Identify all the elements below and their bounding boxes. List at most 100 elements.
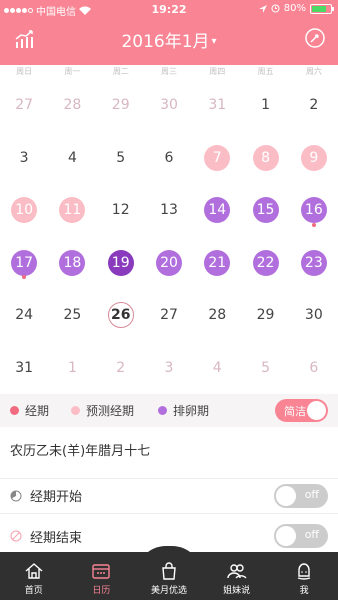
calendar-day-cell[interactable]: 5 <box>97 132 145 185</box>
calendar-grid: 27 28 29 30 31 1 2 3 4 5 6 7 8 9 10 11 12 13 14 15 16 17 18 19 2… <box>0 79 338 394</box>
tab-me[interactable]: 我 <box>270 552 338 600</box>
calendar-day-normal: 5 <box>116 149 126 166</box>
legend-predicted: 预测经期 <box>71 402 134 419</box>
period-end-label: 经期结束 <box>30 530 83 546</box>
calendar-day-other: 3 <box>164 359 174 376</box>
calendar-day-cell[interactable]: 12 <box>97 184 145 237</box>
tab-calendar[interactable]: 日历 <box>68 552 136 600</box>
calendar-day-other: 2 <box>116 359 126 376</box>
compass-icon[interactable] <box>304 27 326 49</box>
calendar-week-row: 3 4 5 6 789 <box>0 132 338 185</box>
battery-percent: 80% <box>283 3 306 14</box>
calendar-day-cell[interactable]: 27 <box>0 79 48 132</box>
calendar-day-cell[interactable]: 30 <box>145 79 193 132</box>
calendar-day-cell[interactable]: 31 <box>0 342 48 395</box>
calendar-day-cell[interactable]: 2 <box>290 79 338 132</box>
calendar-day-today: 26 <box>107 302 134 329</box>
calendar-day-cell[interactable]: 5 <box>241 342 289 395</box>
tab-shop-label: 美月优选 <box>150 586 187 596</box>
tab-home[interactable]: 首页 <box>0 552 68 600</box>
calendar-day-cell[interactable]: 24 <box>0 289 48 342</box>
calendar-day-normal: 29 <box>256 307 275 324</box>
calendar-day-cell[interactable]: 20 <box>145 237 193 290</box>
weekday-label: 周六 <box>305 67 322 76</box>
calendar-day-cell[interactable]: 2 <box>97 342 145 395</box>
calendar-day-cell[interactable]: 14 <box>193 184 241 237</box>
calendar-day-predict: 9 <box>300 144 327 171</box>
calendar-week-row: 10 11 12 13 14 15 16 <box>0 184 338 237</box>
calendar-day-cell[interactable]: 4 <box>193 342 241 395</box>
calendar-day-cell[interactable]: 27 <box>145 289 193 342</box>
tab-shop[interactable]: 美月优选 <box>135 552 203 600</box>
period-end-toggle[interactable]: off <box>274 524 328 548</box>
calendar-day-cell[interactable]: 7 <box>193 132 241 185</box>
calendar-day-ovul: 22 <box>252 249 279 276</box>
calendar-day-cell[interactable]: 15 <box>241 184 289 237</box>
weekday-label: 周一 <box>64 67 81 76</box>
toggle-knob <box>276 486 296 506</box>
period-end-icon <box>10 530 22 542</box>
shopping-bag-icon <box>162 562 176 580</box>
calendar-day-cell[interactable]: 9 <box>290 132 338 185</box>
tab-sisters[interactable]: 姐妹说 <box>203 552 271 600</box>
calendar-day-cell[interactable]: 8 <box>241 132 289 185</box>
period-start-label: 经期开始 <box>30 490 83 505</box>
record-marker-icon <box>22 275 27 279</box>
calendar-day-cell[interactable]: 6 <box>290 342 338 395</box>
calendar-day-predict: 11 <box>59 197 86 224</box>
month-title: 2016年1月 <box>121 32 210 52</box>
period-start-toggle[interactable]: off <box>274 484 328 508</box>
calendar-day-cell[interactable]: 16 <box>290 184 338 237</box>
calendar-day-other: 5 <box>261 359 270 376</box>
weekday-header: 周日 周一 周二 周三 周四 周五 周六 <box>0 65 338 79</box>
calendar-day-cell[interactable]: 30 <box>290 289 338 342</box>
period-start-row: 经期开始 off <box>0 478 338 514</box>
calendar-day-cell[interactable]: 22 <box>241 237 289 290</box>
calendar-day-cell[interactable]: 18 <box>48 237 96 290</box>
calendar-day-normal: 6 <box>164 149 174 166</box>
calendar-day-cell[interactable]: 29 <box>97 79 145 132</box>
calendar-day-normal: 12 <box>111 202 130 219</box>
legend-bar: 经期 预测经期 排卵期 简洁 <box>0 394 338 427</box>
calendar-day-predict: 10 <box>11 197 38 224</box>
calendar-icon <box>92 564 111 579</box>
weekday-label: 周二 <box>112 67 129 76</box>
calendar-day-cell[interactable]: 31 <box>193 79 241 132</box>
calendar-day-cell[interactable]: 25 <box>48 289 96 342</box>
calendar-week-row: 31 1 2 3 4 5 6 <box>0 342 338 395</box>
calendar-day-normal: 31 <box>15 359 34 376</box>
toggle-state-label: off <box>304 488 319 501</box>
calendar-day-ovul: 18 <box>59 249 86 276</box>
calendar-day-cell[interactable]: 28 <box>48 79 96 132</box>
calendar-day-cell[interactable]: 13 <box>145 184 193 237</box>
calendar-day-cell[interactable]: 10 <box>0 184 48 237</box>
toggle-state-label: off <box>304 528 319 541</box>
month-selector[interactable]: 2016年1月 ▾ <box>0 27 338 52</box>
calendar-day-cell[interactable]: 17 <box>0 237 48 290</box>
calendar-day-cell[interactable]: 29 <box>241 289 289 342</box>
toggle-knob <box>307 401 326 420</box>
tab-me-label: 我 <box>299 586 309 596</box>
calendar-day-predict: 8 <box>252 144 279 171</box>
calendar-day-cell[interactable]: 4 <box>48 132 96 185</box>
calendar-day-normal: 30 <box>304 307 323 324</box>
calendar-day-cell[interactable]: 3 <box>145 342 193 395</box>
calendar-day-ovul: 14 <box>204 197 231 224</box>
calendar-day-cell[interactable]: 23 <box>290 237 338 290</box>
weekday-label: 周三 <box>160 67 177 76</box>
calendar-day-ovul: 16 <box>300 197 327 224</box>
calendar-day-cell[interactable]: 26 <box>97 289 145 342</box>
calendar-day-cell[interactable]: 19 <box>97 237 145 290</box>
period-dot-icon <box>10 406 19 415</box>
calendar-day-cell[interactable]: 28 <box>193 289 241 342</box>
weekday-label: 周五 <box>257 67 274 76</box>
simple-mode-toggle[interactable]: 简洁 <box>275 399 328 422</box>
calendar-day-cell[interactable]: 3 <box>0 132 48 185</box>
calendar-day-cell[interactable]: 11 <box>48 184 96 237</box>
calendar-day-cell[interactable]: 21 <box>193 237 241 290</box>
calendar-day-cell[interactable]: 1 <box>241 79 289 132</box>
calendar-day-cell[interactable]: 6 <box>145 132 193 185</box>
tab-calendar-label: 日历 <box>92 586 111 596</box>
predicted-dot-icon <box>71 406 81 415</box>
calendar-day-cell[interactable]: 1 <box>48 342 96 395</box>
